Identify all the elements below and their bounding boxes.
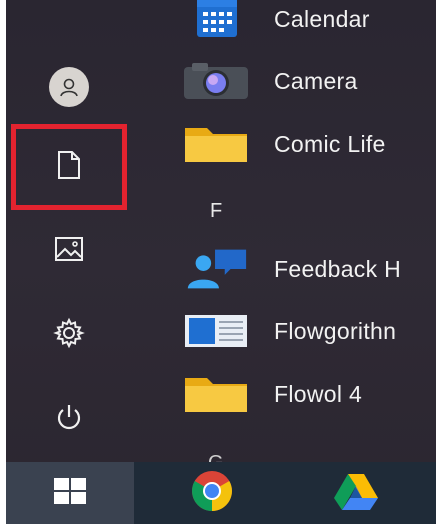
app-list: Calendar Camera Comic Life F Feedback H … xyxy=(138,0,436,474)
flowgorithm-icon xyxy=(182,309,250,353)
folder-icon xyxy=(182,122,250,166)
app-item-camera[interactable]: Camera xyxy=(138,56,436,106)
app-label-flowol: Flowol 4 xyxy=(274,380,363,407)
app-label-comic-life: Comic Life xyxy=(274,130,386,157)
start-button[interactable] xyxy=(6,462,134,524)
pictures-button[interactable] xyxy=(34,226,104,276)
app-label-calendar: Calendar xyxy=(274,5,370,32)
folder-icon xyxy=(182,372,250,416)
google-drive-icon xyxy=(332,470,380,517)
documents-button[interactable] xyxy=(34,142,104,192)
app-label-flowgorithm: Flowgorithn xyxy=(274,317,397,344)
taskbar xyxy=(6,462,436,524)
gear-icon xyxy=(53,317,85,354)
start-menu: Calendar Camera Comic Life F Feedback H … xyxy=(6,0,436,524)
app-item-calendar[interactable]: Calendar xyxy=(138,0,436,44)
app-label-feedback-hub: Feedback H xyxy=(274,255,402,282)
section-letter-f[interactable]: F xyxy=(210,200,222,223)
app-label-camera: Camera xyxy=(274,67,358,94)
camera-icon xyxy=(182,59,250,103)
app-item-feedback-hub[interactable]: Feedback H xyxy=(138,244,436,294)
app-item-comic-life[interactable]: Comic Life xyxy=(138,119,436,169)
power-button[interactable] xyxy=(34,394,104,444)
picture-icon xyxy=(54,236,84,267)
start-menu-rail xyxy=(6,0,138,462)
calendar-icon xyxy=(182,0,250,41)
power-icon xyxy=(54,402,84,437)
chrome-button[interactable] xyxy=(184,468,240,518)
google-drive-button[interactable] xyxy=(328,468,384,518)
person-icon xyxy=(49,67,89,107)
windows-logo-icon xyxy=(52,476,88,511)
app-item-flowol[interactable]: Flowol 4 xyxy=(138,369,436,419)
user-account-button[interactable] xyxy=(34,62,104,112)
feedback-hub-icon xyxy=(182,247,250,291)
document-icon xyxy=(55,150,83,185)
app-item-flowgorithm[interactable]: Flowgorithn xyxy=(138,306,436,356)
settings-button[interactable] xyxy=(34,310,104,360)
chrome-icon xyxy=(190,469,234,518)
